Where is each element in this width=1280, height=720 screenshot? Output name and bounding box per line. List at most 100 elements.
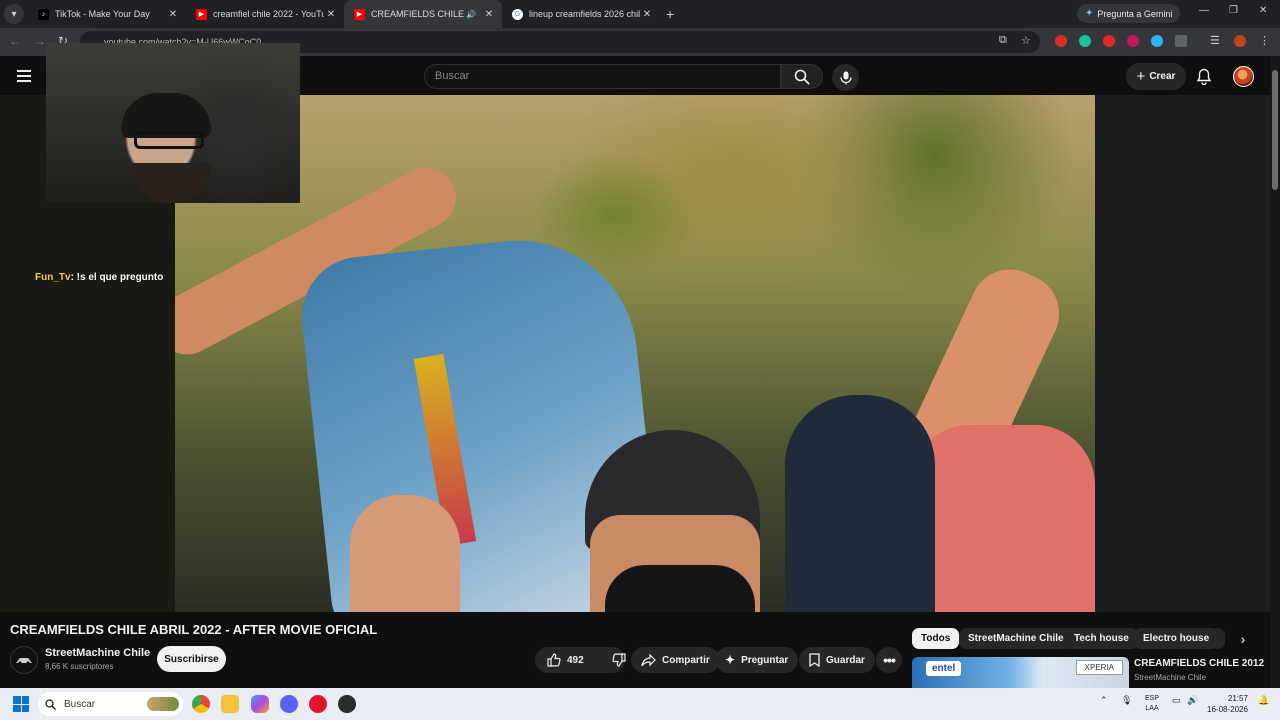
extension-pink-icon[interactable] <box>1127 35 1139 47</box>
save-label: Guardar <box>826 654 865 666</box>
tab-list-icon[interactable]: ☰ <box>1210 34 1220 47</box>
channel-logo-icon <box>16 658 32 665</box>
more-actions-button[interactable]: ••• <box>876 647 902 673</box>
tray-mic-icon[interactable]: 🎙 <box>1121 695 1132 706</box>
video-figure-right <box>910 425 1095 612</box>
channel-avatar[interactable] <box>10 646 38 674</box>
dislike-button[interactable] <box>604 653 626 667</box>
taskbar-clock[interactable]: 21:57 16-08-2026 <box>1207 693 1248 715</box>
page-scrollbar[interactable] <box>1270 56 1280 688</box>
recommended-title[interactable]: CREAMFIELDS CHILE 2012 <box>1134 658 1264 669</box>
gemini-sparkle-icon: ✦ <box>1085 8 1094 19</box>
restore-icon[interactable]: ❐ <box>1229 5 1238 16</box>
gemini-button[interactable]: ✦ Pregunta a Gemini <box>1077 4 1181 23</box>
thumbs-up-icon <box>547 653 561 667</box>
video-player[interactable] <box>175 95 1095 612</box>
share-icon <box>641 653 656 666</box>
profile-avatar-icon[interactable] <box>1234 35 1246 47</box>
youtube-favicon-icon: ▶ <box>196 8 207 20</box>
close-window-icon[interactable]: ✕ <box>1259 5 1267 16</box>
obs-icon[interactable] <box>338 695 356 713</box>
chrome-menu-icon[interactable]: ⋮ <box>1259 34 1270 47</box>
tab-title: creamfiel chile 2022 - YouTube <box>213 9 324 19</box>
tab-youtube-search[interactable]: ▶ creamfiel chile 2022 - YouTube ✕ <box>186 0 344 28</box>
close-tab-icon[interactable]: ✕ <box>482 9 496 20</box>
voice-search-button[interactable] <box>832 64 859 91</box>
tab-creamfields-video[interactable]: ▶ CREAMFIELDS CHILE ABRIL 2022 🔊 ✕ <box>344 0 502 28</box>
video-figure-dark <box>785 395 935 612</box>
forward-icon[interactable]: → <box>34 34 46 48</box>
ask-button[interactable]: ✦ Preguntar <box>715 647 799 673</box>
extension-red-icon[interactable] <box>1055 35 1067 47</box>
tray-chevron-icon[interactable]: ⌃ <box>1100 695 1108 706</box>
taskbar-search-label: Buscar <box>64 698 96 710</box>
close-tab-icon[interactable]: ✕ <box>324 9 338 20</box>
save-button[interactable]: Guardar <box>799 647 875 673</box>
like-dislike-group: 492 <box>535 647 626 673</box>
channel-name[interactable]: StreetMachine Chile <box>45 647 150 659</box>
minimize-icon[interactable]: — <box>1199 5 1209 16</box>
account-avatar[interactable] <box>1233 66 1254 87</box>
create-button[interactable]: + Crear <box>1126 63 1186 90</box>
bookmark-star-icon[interactable]: ☆ <box>1021 34 1031 47</box>
tab-title: lineup creamfields 2026 chile - <box>529 9 640 19</box>
video-figure-mask <box>605 565 755 612</box>
chip-tech-house[interactable]: Tech house <box>1065 628 1138 649</box>
tab-title: CREAMFIELDS CHILE ABRIL 2022 <box>371 9 466 19</box>
install-app-icon[interactable]: ⧉ <box>999 34 1007 47</box>
thumbnail-logo-right: XPERIA <box>1075 660 1123 675</box>
share-button[interactable]: Compartir <box>631 647 720 673</box>
search-button[interactable] <box>781 64 823 89</box>
close-tab-icon[interactable]: ✕ <box>166 9 180 20</box>
microphone-icon <box>839 71 852 84</box>
chip-partial[interactable] <box>1211 628 1225 649</box>
close-tab-icon[interactable]: ✕ <box>640 9 654 20</box>
video-figure-hand <box>350 495 460 612</box>
share-label: Compartir <box>662 654 710 666</box>
tab-google-lineup[interactable]: G lineup creamfields 2026 chile - ✕ <box>502 0 660 28</box>
speaker-icon[interactable]: 🔊 <box>466 10 476 19</box>
notifications-bell-icon[interactable] <box>1196 68 1212 85</box>
adblock-extension-icon[interactable] <box>1103 35 1115 47</box>
volume-icon[interactable]: 🔊 <box>1187 695 1198 706</box>
hamburger-menu-icon[interactable] <box>17 70 31 82</box>
back-icon[interactable]: ← <box>9 34 21 48</box>
network-icon[interactable]: ▭ <box>1172 695 1181 706</box>
like-button[interactable]: 492 <box>547 653 584 667</box>
subscribe-button[interactable]: Suscribirse <box>157 646 226 672</box>
google-favicon-icon: G <box>512 8 523 20</box>
stream-chat-line: Fun_Tv: !s el que pregunto <box>35 272 163 283</box>
windows-start-icon[interactable] <box>13 696 29 712</box>
chips-next-chevron-icon[interactable]: › <box>1232 629 1254 649</box>
app-red-icon[interactable] <box>309 695 327 713</box>
file-explorer-icon[interactable] <box>221 695 239 713</box>
copilot-icon[interactable] <box>251 695 269 713</box>
chip-todos[interactable]: Todos <box>912 628 960 649</box>
chip-streetmachine[interactable]: StreetMachine Chile <box>959 628 1073 649</box>
grammarly-extension-icon[interactable] <box>1079 35 1091 47</box>
subscriber-count: 8,66 K suscriptores <box>45 662 114 671</box>
video-title: CREAMFIELDS CHILE ABRIL 2022 - AFTER MOV… <box>10 622 378 637</box>
recommended-channel[interactable]: StreetMachine Chile <box>1134 673 1206 682</box>
bookmark-icon <box>809 653 820 667</box>
thumbnail-logo-left: entel <box>926 661 962 676</box>
recommended-thumbnail[interactable]: entel XPERIA <box>912 657 1129 688</box>
search-icon <box>45 698 56 710</box>
extension-blue-icon[interactable] <box>1151 35 1163 47</box>
chip-electro-house[interactable]: Electro house <box>1134 628 1219 649</box>
extensions-puzzle-icon[interactable] <box>1175 35 1187 47</box>
tab-search-icon[interactable]: ▾ <box>4 4 24 24</box>
chat-message: : !s el que pregunto <box>70 272 164 283</box>
keyboard-layout: LAA <box>1145 705 1159 712</box>
discord-icon[interactable] <box>280 695 298 713</box>
language-code: ESP <box>1145 695 1160 702</box>
new-tab-icon[interactable]: + <box>666 6 674 22</box>
search-input[interactable]: Buscar <box>424 64 781 89</box>
taskbar-search[interactable]: Buscar <box>38 692 183 716</box>
chrome-taskbar-icon[interactable] <box>192 695 210 713</box>
language-indicator[interactable]: ESP LAA <box>1145 694 1159 714</box>
tab-tiktok[interactable]: ♪ TikTok - Make Your Day ✕ <box>28 0 186 28</box>
scrollbar-thumb[interactable] <box>1272 70 1278 190</box>
windows-taskbar: Buscar ⌃ 🎙 ESP LAA ▭ 🔊 21:57 16-08-2026 … <box>0 688 1280 720</box>
notification-icon[interactable]: 🔔 <box>1258 695 1269 706</box>
